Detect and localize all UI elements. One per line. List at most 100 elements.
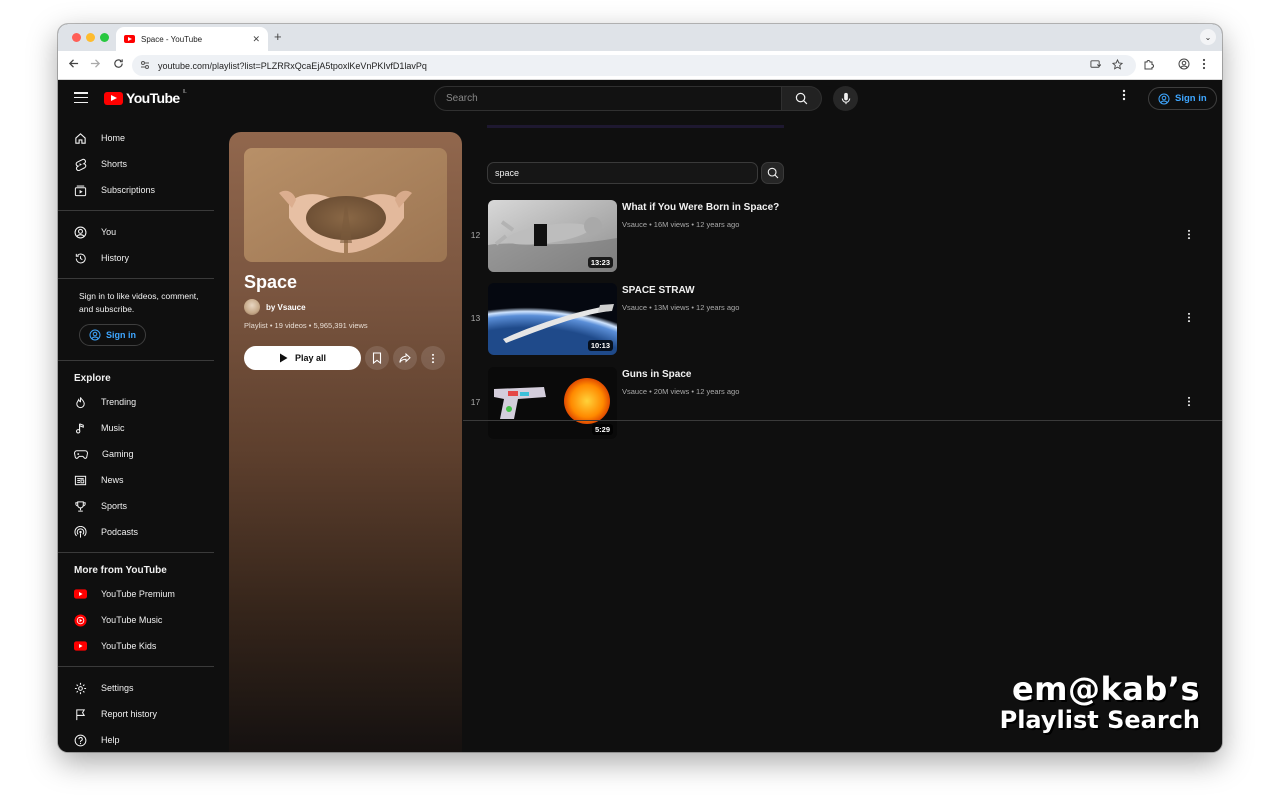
sidebar-item-subscriptions[interactable]: Subscriptions: [66, 178, 206, 202]
sidebar-divider: [58, 210, 214, 211]
playlist-search-box[interactable]: [487, 162, 758, 184]
minimize-window-button[interactable]: [86, 33, 95, 42]
video-more-button[interactable]: [1187, 312, 1191, 325]
home-icon: [75, 132, 86, 144]
maximize-window-button[interactable]: [100, 33, 109, 42]
youtube-music-icon: [74, 613, 87, 627]
search-box[interactable]: [434, 86, 782, 111]
bookmark-icon: [372, 352, 382, 364]
back-arrow-icon[interactable]: [66, 58, 80, 72]
share-button[interactable]: [393, 346, 417, 370]
video-thumbnail[interactable]: 5:29: [488, 367, 617, 439]
search-input[interactable]: [446, 93, 781, 104]
playlist-search-accent-bar: [487, 125, 784, 128]
playlist-video-row[interactable]: 13 10:13 SPACE STRAW Vsauce • 13M views …: [463, 283, 1222, 359]
logo-text: YouTube: [126, 90, 180, 106]
search-icon: [795, 92, 808, 105]
video-index: 12: [470, 230, 481, 240]
video-thumbnail[interactable]: 10:13: [488, 283, 617, 355]
playlist-video-row[interactable]: 12 13:23 What if You Were Born in Space?…: [463, 200, 1222, 276]
video-thumbnail[interactable]: 13:23: [488, 200, 617, 272]
news-icon: [74, 475, 87, 485]
sidebar-sign-in-button[interactable]: Sign in: [79, 324, 146, 346]
video-index: 13: [470, 313, 481, 323]
sidebar-item-settings[interactable]: Settings: [66, 676, 206, 700]
share-icon: [399, 353, 411, 363]
sidebar: Home Shorts Subscriptions You History Si…: [58, 118, 214, 752]
new-tab-button[interactable]: +: [274, 29, 282, 44]
video-title[interactable]: Guns in Space: [622, 369, 691, 380]
hamburger-menu-icon[interactable]: [74, 92, 88, 104]
profile-icon[interactable]: [1178, 58, 1190, 73]
music-note-icon: [75, 422, 84, 433]
sidebar-divider: [58, 278, 214, 279]
playlist-search-button[interactable]: [761, 162, 784, 184]
playlist-meta: Playlist • 19 videos • 5,965,391 views: [244, 321, 368, 330]
help-icon: [74, 734, 87, 746]
install-app-icon[interactable]: [1090, 59, 1102, 73]
more-vertical-icon: [1187, 312, 1191, 323]
microphone-icon: [841, 92, 850, 105]
tab-title: Space - YouTube: [141, 34, 203, 44]
search-button[interactable]: [782, 86, 822, 111]
sidebar-item-gaming[interactable]: Gaming: [66, 442, 206, 466]
sidebar-signin-prompt: Sign in to like videos, comment, and sub…: [79, 291, 199, 314]
sidebar-item-help[interactable]: Help: [66, 728, 206, 752]
trophy-icon: [75, 500, 86, 512]
tab-search-button[interactable]: ⌄: [1200, 29, 1216, 45]
sidebar-item-you[interactable]: You: [66, 220, 206, 244]
video-duration: 10:13: [587, 340, 613, 351]
video-title[interactable]: SPACE STRAW: [622, 285, 695, 296]
sidebar-item-history[interactable]: History: [66, 246, 206, 270]
sidebar-item-youtube-kids[interactable]: YouTube Kids: [66, 634, 206, 658]
playlist-thumbnail[interactable]: [244, 148, 447, 262]
channel-avatar[interactable]: [244, 299, 260, 315]
watermark-line-2: Playlist Search: [999, 706, 1200, 734]
sign-in-label: Sign in: [1175, 93, 1207, 104]
url-text: youtube.com/playlist?list=PLZRRxQcaEjA5t…: [158, 60, 427, 71]
play-all-button[interactable]: Play all: [244, 346, 361, 370]
playlist-more-button[interactable]: [421, 346, 445, 370]
site-info-icon[interactable]: [140, 60, 150, 72]
sidebar-item-trending[interactable]: Trending: [66, 390, 206, 414]
sidebar-divider: [58, 552, 214, 553]
extensions-icon[interactable]: [1143, 58, 1155, 73]
sidebar-item-home[interactable]: Home: [66, 126, 206, 150]
watermark-line-1: em@kab’s: [1011, 670, 1200, 708]
address-bar[interactable]: youtube.com/playlist?list=PLZRRxQcaEjA5t…: [132, 55, 1136, 76]
close-window-button[interactable]: [72, 33, 81, 42]
bookmark-star-icon[interactable]: [1111, 58, 1124, 73]
video-more-button[interactable]: [1187, 396, 1191, 409]
youtube-logo[interactable]: YouTube IL: [104, 89, 187, 106]
subscriptions-icon: [74, 185, 87, 196]
sidebar-item-youtube-premium[interactable]: YouTube Premium: [66, 582, 206, 606]
sidebar-item-report-history[interactable]: Report history: [66, 702, 206, 726]
sidebar-item-sports[interactable]: Sports: [66, 494, 206, 518]
browser-menu-icon[interactable]: [1202, 58, 1206, 73]
sidebar-divider: [58, 666, 214, 667]
channel-name[interactable]: by Vsauce: [266, 303, 306, 312]
playlist-video-row[interactable]: 17 5:29 Guns in Space Vsauce • 20M views…: [463, 367, 1222, 443]
sign-in-button[interactable]: Sign in: [1148, 87, 1217, 110]
sidebar-item-podcasts[interactable]: Podcasts: [66, 520, 206, 544]
tab-close-icon[interactable]: ✕: [252, 34, 260, 45]
save-playlist-button[interactable]: [365, 346, 389, 370]
reload-icon[interactable]: [111, 58, 125, 72]
browser-tab[interactable]: Space - YouTube ✕: [116, 27, 268, 51]
sidebar-item-news[interactable]: News: [66, 468, 206, 492]
history-icon: [75, 253, 86, 263]
voice-search-button[interactable]: [833, 86, 858, 111]
sidebar-item-shorts[interactable]: Shorts: [66, 152, 206, 176]
browser-toolbar: youtube.com/playlist?list=PLZRRxQcaEjA5t…: [58, 51, 1222, 80]
forward-arrow-icon[interactable]: [88, 58, 102, 72]
sidebar-item-music[interactable]: Music: [66, 416, 206, 440]
playlist-owner[interactable]: by Vsauce: [244, 299, 306, 315]
settings-more-icon[interactable]: [1122, 89, 1126, 103]
video-more-button[interactable]: [1187, 229, 1191, 242]
video-duration: 5:29: [591, 424, 613, 435]
video-title[interactable]: What if You Were Born in Space?: [622, 202, 779, 213]
user-circle-icon: [89, 329, 101, 341]
youtube-favicon-icon: [124, 35, 135, 43]
playlist-search-input[interactable]: [495, 168, 757, 178]
sidebar-item-youtube-music[interactable]: YouTube Music: [66, 608, 206, 632]
